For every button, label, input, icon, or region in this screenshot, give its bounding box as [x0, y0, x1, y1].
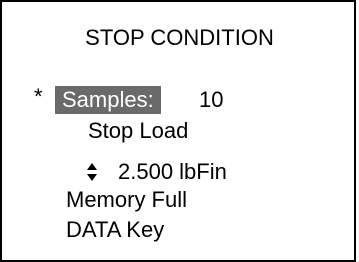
stop-load-value[interactable]: 2.500 lbFin	[118, 159, 227, 185]
selection-cursor: *	[34, 84, 43, 109]
samples-value: 10	[199, 87, 224, 112]
stop-load-option[interactable]: Stop Load	[88, 118, 188, 144]
memory-full-option[interactable]: Memory Full	[66, 187, 187, 213]
up-down-arrows-icon[interactable]	[87, 163, 97, 181]
data-key-option[interactable]: DATA Key	[66, 217, 164, 243]
samples-option-selected[interactable]: Samples:	[55, 86, 161, 114]
screen-title: STOP CONDITION	[85, 25, 274, 50]
